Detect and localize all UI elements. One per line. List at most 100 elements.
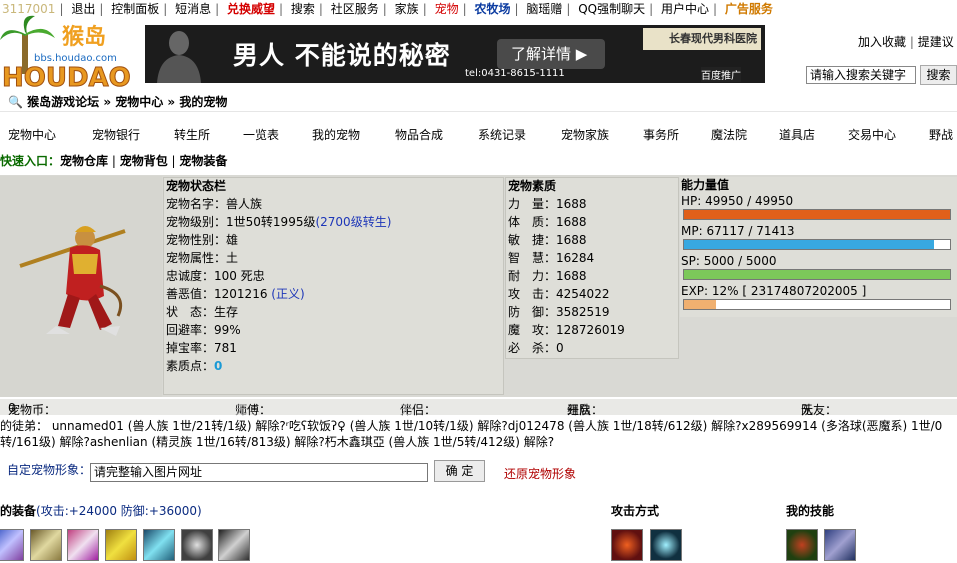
nav-system-log[interactable]: 系统记录	[478, 126, 526, 143]
pet-level-row: 宠物级别：1世50转1995级(2700级转生)	[166, 215, 392, 229]
mp-text: MP: 67117 / 71413	[681, 224, 795, 238]
quality-row: 体 质：1688	[508, 215, 587, 229]
nav-item-synthesis[interactable]: 物品合成	[395, 126, 443, 143]
breadcrumb: 🔍 猴岛游戏论坛 » 宠物中心 » 我的宠物	[8, 93, 227, 110]
divider	[0, 111, 957, 112]
status-title: 宠物状态栏	[166, 179, 227, 193]
qualities-title: 宠物素质	[508, 179, 557, 193]
svg-text:HOUDAO: HOUDAO	[2, 63, 131, 93]
search-input[interactable]: 请输入搜索关键字	[806, 66, 916, 84]
pet-status-panel: 宠物状态栏 宠物名字：兽人族 宠物级别：1世50转1995级(2700级转生) …	[163, 177, 504, 395]
nav-overview[interactable]: 一览表	[243, 126, 279, 143]
pet-loyalty: 100 死忠	[214, 269, 265, 283]
equipment-item-icon[interactable]	[181, 529, 213, 561]
pet-gender: 雄	[226, 233, 239, 247]
equipment-item-icon[interactable]	[218, 529, 250, 561]
equipment-item-icon[interactable]	[30, 529, 62, 561]
rebirth-level-hint: (2700级转生)	[315, 215, 392, 229]
svg-text:bbs.houdao.com: bbs.houdao.com	[34, 53, 117, 64]
pet-link[interactable]: 宠物	[435, 2, 459, 16]
quick-equipment-link[interactable]: 宠物装备	[179, 154, 227, 168]
nav-magic-court[interactable]: 魔法院	[711, 126, 747, 143]
quality-row: 防 御：3582519	[508, 305, 610, 319]
exchange-prestige-link[interactable]: 兑换威望	[227, 2, 275, 16]
pet-qualities-panel: 宠物素质 力 量：1688 体 质：1688 敏 捷：1688 智 慧：1628…	[505, 177, 679, 359]
nav-field-battle[interactable]: 野战	[929, 126, 953, 143]
ability-title: 能力量值	[681, 178, 730, 192]
quick-warehouse-link[interactable]: 宠物仓库	[60, 154, 108, 168]
user-center-link[interactable]: 用户中心	[661, 2, 709, 16]
suggest-link[interactable]: 提建议	[918, 35, 954, 49]
sp-bar	[683, 269, 951, 280]
family-link[interactable]: 家族	[395, 2, 419, 16]
search-button[interactable]: 搜索	[920, 65, 957, 85]
top-right-links: 加入收藏 | 提建议	[858, 35, 954, 49]
quick-entry-label: 快速入口：	[0, 154, 61, 168]
man-silhouette-icon	[157, 31, 201, 83]
pet-name-row: 宠物名字：兽人族	[166, 197, 263, 211]
equipment-item-icon[interactable]	[67, 529, 99, 561]
quality-row: 敏 捷：1688	[508, 233, 587, 247]
quality-row: 力 量：1688	[508, 197, 587, 211]
skill-icon[interactable]	[824, 529, 856, 561]
skills-title: 我的技能	[786, 504, 835, 518]
skill-icon[interactable]	[786, 529, 818, 561]
attack-method-title: 攻击方式	[611, 504, 660, 518]
equipment-item-icon[interactable]	[0, 529, 24, 561]
ad-tel: tel:0431-8615-1111	[465, 68, 565, 79]
nav-item-shop[interactable]: 道具店	[779, 126, 815, 143]
image-url-input[interactable]: 请完整输入图片网址	[90, 463, 428, 482]
qq-chat-link[interactable]: QQ强制聊天	[578, 2, 645, 16]
disciples-line[interactable]: 的徒弟： unnamed01 (兽人族 1世/21转/1级) 解除?ʳ吃ʕ软饭ʔ…	[0, 418, 957, 434]
search-link[interactable]: 搜索	[291, 2, 315, 16]
quality-row: 魔 攻：128726019	[508, 323, 625, 337]
magnifier-icon: 🔍	[8, 95, 23, 109]
equipment-bonus: (攻击:+24000 防御:+36000)	[36, 504, 202, 518]
ad-service-link[interactable]: 广告服务	[725, 2, 773, 16]
houdao-logo[interactable]: 猴岛 HOUDAO bbs.houdao.com	[0, 14, 140, 94]
add-favorite-link[interactable]: 加入收藏	[858, 35, 906, 49]
pet-state-row: 状 态：生存	[166, 305, 239, 319]
equipment-item-icon[interactable]	[143, 529, 175, 561]
messages-link[interactable]: 短消息	[175, 2, 211, 16]
community-link[interactable]: 社区服务	[331, 2, 379, 16]
pet-attr: 土	[226, 251, 239, 265]
quality-row: 耐 力：1688	[508, 269, 587, 283]
nav-office[interactable]: 事务所	[643, 126, 679, 143]
pet-drop: 781	[214, 341, 237, 355]
nav-my-pet[interactable]: 我的宠物	[312, 126, 360, 143]
karma-type: (正义)	[271, 287, 305, 301]
pet-info-bar: 宠物币： 0 师傅：无 伴侣：无 组队： 开启 队友：无	[0, 399, 957, 417]
nav-pet-bank[interactable]: 宠物银行	[92, 126, 140, 143]
nav-pet-center[interactable]: 宠物中心	[8, 126, 56, 143]
pet-level: 1世50转1995级	[226, 215, 316, 229]
disciples-line[interactable]: 转/161级) 解除?ashenlian (精灵族 1世/16转/813级) 解…	[0, 434, 957, 450]
mp-bar	[683, 239, 951, 250]
confirm-button[interactable]: 确 定	[434, 460, 485, 482]
nav-rebirth[interactable]: 转生所	[174, 126, 210, 143]
exp-text: EXP: 12% [ 23174807202005 ]	[681, 284, 867, 298]
farm-link[interactable]: 农牧场	[474, 2, 510, 16]
ad-headline: 男人 不能说的秘密	[233, 41, 451, 70]
sp-text: SP: 5000 / 5000	[681, 254, 777, 268]
ability-panel: 能力量值 HP: 49950 / 49950 MP: 67117 / 71413…	[680, 177, 957, 317]
nav-pet-family[interactable]: 宠物家族	[561, 126, 609, 143]
attack-fire-icon[interactable]	[611, 529, 643, 561]
gift-link[interactable]: 脑瑶赠	[526, 2, 562, 16]
svg-text:猴岛: 猴岛	[62, 24, 106, 50]
pet-loyalty-row: 忠诚度：100 死忠	[166, 269, 265, 283]
ad-banner[interactable]: 男人 不能说的秘密 了解详情 ▶ tel:0431-8615-1111 长春现代…	[145, 25, 765, 83]
equipment-item-icon[interactable]	[105, 529, 137, 561]
pet-nav-bar: 宠物中心 宠物银行 转生所 一览表 我的宠物 物品合成 系统记录 宠物家族 事务…	[0, 126, 957, 144]
pet-image	[0, 176, 162, 397]
hp-text: HP: 49950 / 49950	[681, 194, 794, 208]
pet-name: 兽人族	[226, 197, 263, 211]
pet-dodge-row: 回避率：99%	[166, 323, 241, 337]
restore-image-link[interactable]: 还原宠物形象	[504, 465, 576, 482]
nav-trade-center[interactable]: 交易中心	[848, 126, 896, 143]
breadcrumb-text[interactable]: 猴岛游戏论坛 » 宠物中心 » 我的宠物	[27, 95, 227, 109]
ad-details-button[interactable]: 了解详情 ▶	[497, 39, 605, 69]
attack-energy-icon[interactable]	[650, 529, 682, 561]
quick-backpack-link[interactable]: 宠物背包	[120, 154, 168, 168]
disciples-list: 的徒弟： unnamed01 (兽人族 1世/21转/1级) 解除?ʳ吃ʕ软饭ʔ…	[0, 418, 957, 450]
